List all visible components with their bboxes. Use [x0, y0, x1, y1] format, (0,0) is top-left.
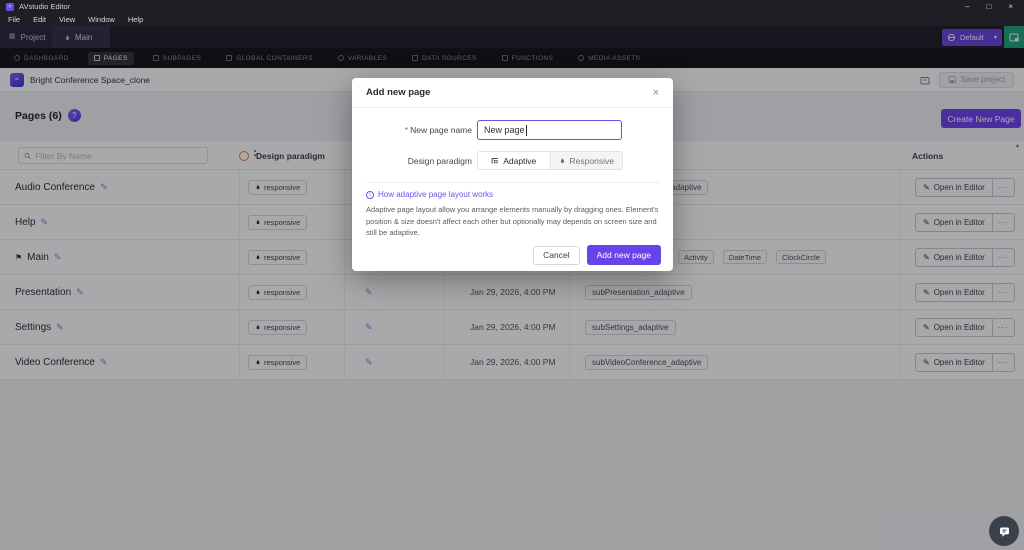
paradigm-description: Adaptive page layout allow you arrange e…	[366, 204, 661, 239]
close-window-button[interactable]: ×	[1008, 0, 1013, 13]
window-title: AVstudio Editor	[19, 2, 70, 11]
cancel-button[interactable]: Cancel	[533, 246, 579, 265]
menu-view[interactable]: View	[59, 15, 75, 24]
text-caret	[526, 125, 527, 136]
name-input-value: New page	[484, 125, 525, 135]
add-new-page-button[interactable]: Add new page	[587, 245, 661, 265]
option-responsive[interactable]: Responsive	[551, 152, 623, 169]
chat-icon	[998, 525, 1011, 538]
info-icon: i	[366, 191, 374, 199]
menu-window[interactable]: Window	[88, 15, 115, 24]
adaptive-layout-icon	[491, 157, 499, 165]
required-asterisk: *	[405, 125, 408, 135]
maximize-button[interactable]: □	[986, 0, 991, 13]
adaptive-label: Adaptive	[503, 156, 536, 166]
minimize-button[interactable]: –	[965, 0, 969, 13]
menu-file[interactable]: File	[8, 15, 20, 24]
menu-bar: File Edit View Window Help	[0, 13, 1024, 26]
add-new-page-modal: Add new page × *New page name New page D…	[352, 78, 673, 271]
app-icon: ≈	[6, 3, 14, 11]
paradigm-field-label: Design paradigm	[352, 156, 472, 166]
modal-title: Add new page	[366, 87, 430, 98]
close-icon[interactable]: ×	[653, 87, 659, 99]
menu-edit[interactable]: Edit	[33, 15, 46, 24]
flame-icon	[559, 156, 566, 165]
help-link-label: How adaptive page layout works	[378, 190, 493, 199]
chat-widget-button[interactable]	[989, 516, 1019, 546]
adaptive-help-link[interactable]: i How adaptive page layout works	[366, 190, 493, 199]
name-field-label: *New page name	[352, 125, 472, 135]
menu-help[interactable]: Help	[128, 15, 143, 24]
option-adaptive[interactable]: Adaptive	[478, 152, 551, 169]
responsive-label: Responsive	[570, 156, 614, 166]
new-page-name-input[interactable]: New page	[477, 120, 622, 140]
modal-divider	[366, 182, 659, 183]
design-paradigm-toggle: Adaptive Responsive	[477, 151, 623, 170]
window-titlebar: ≈ AVstudio Editor – □ ×	[0, 0, 1024, 13]
